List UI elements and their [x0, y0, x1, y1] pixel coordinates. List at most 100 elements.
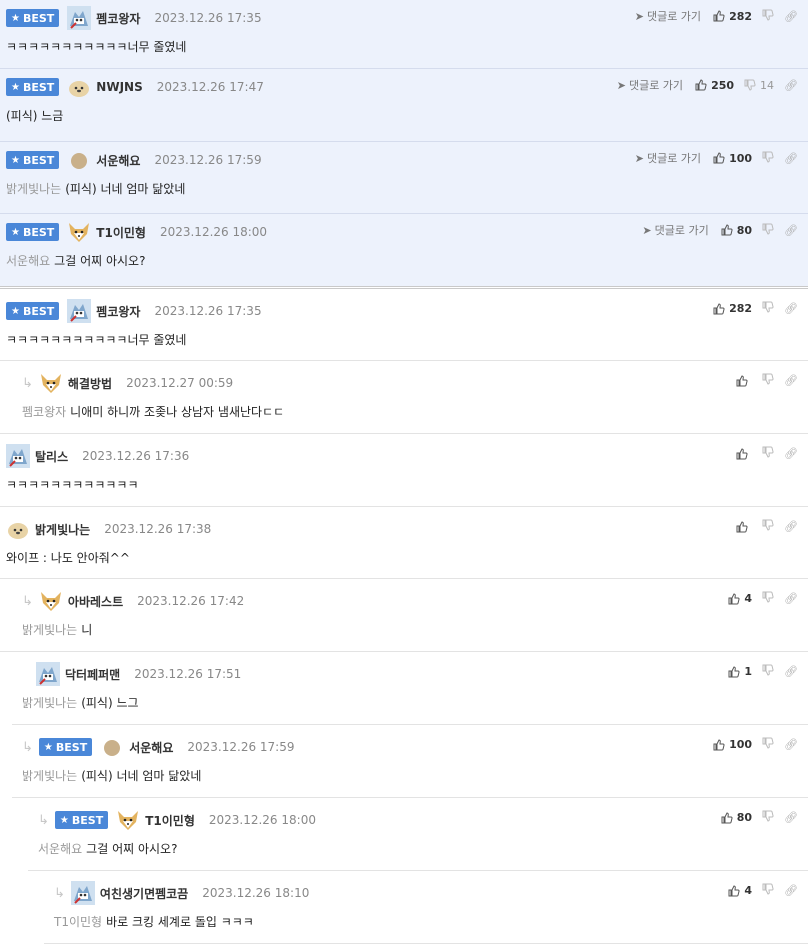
- dislike-button[interactable]: [762, 664, 774, 679]
- goto-comment-link[interactable]: ➤ 댓글로 가기: [635, 150, 701, 166]
- comment-text: (피식) 느그: [81, 696, 139, 710]
- link-icon[interactable]: 🔗︎: [784, 79, 798, 92]
- mention-link[interactable]: 서운해요: [38, 842, 82, 856]
- reply-arrow-icon: ↳: [54, 885, 65, 901]
- mention-link[interactable]: T1이민형: [54, 915, 102, 929]
- avatar-icon[interactable]: [6, 517, 30, 541]
- username-link[interactable]: 밝게빛나는: [35, 521, 90, 538]
- mention-link[interactable]: 서운해요: [6, 254, 50, 268]
- dislike-button[interactable]: [762, 737, 774, 752]
- link-icon[interactable]: 🔗︎: [784, 447, 798, 460]
- link-icon[interactable]: 🔗︎: [784, 884, 798, 897]
- username-link[interactable]: 해결방법: [68, 375, 112, 392]
- best-comment: ★ BEST 펨코왕자 2023.12.26 17:35 ㅋㅋㅋㅋㅋㅋㅋㅋㅋㅋㅋ너…: [0, 0, 808, 69]
- thumbs-down-icon: [762, 223, 774, 235]
- like-button[interactable]: [736, 520, 752, 533]
- like-button[interactable]: [736, 374, 752, 387]
- thumbs-up-icon: [695, 79, 707, 91]
- like-button[interactable]: [736, 447, 752, 460]
- username-link[interactable]: NWJNS: [96, 80, 142, 94]
- avatar-icon[interactable]: [67, 299, 92, 323]
- dislike-button[interactable]: [762, 519, 774, 534]
- dislike-button[interactable]: [762, 223, 774, 238]
- best-badge: ★ BEST: [6, 302, 60, 320]
- dislike-button[interactable]: [762, 9, 774, 24]
- dislike-button[interactable]: [762, 883, 774, 898]
- mention-link[interactable]: 밝게빛나는: [22, 769, 77, 783]
- dislike-button[interactable]: [762, 591, 774, 606]
- comment-text: 니애미 하니까 조좆나 상남자 냄새난다ㄷㄷ: [70, 405, 285, 419]
- mention-link[interactable]: 밝게빛나는: [22, 623, 77, 637]
- mention-link[interactable]: 펨코왕자: [22, 405, 66, 419]
- like-button[interactable]: 80: [721, 224, 752, 237]
- like-button[interactable]: 1: [728, 665, 752, 678]
- link-icon[interactable]: 🔗︎: [784, 738, 798, 751]
- like-button[interactable]: 100: [713, 152, 752, 165]
- link-icon[interactable]: 🔗︎: [784, 811, 798, 824]
- dislike-button[interactable]: [762, 373, 774, 388]
- username-link[interactable]: 펨코왕자: [96, 10, 140, 27]
- dislike-button[interactable]: [762, 301, 774, 316]
- goto-comment-link[interactable]: ➤ 댓글로 가기: [642, 222, 708, 238]
- goto-comment-link[interactable]: ➤ 댓글로 가기: [617, 77, 683, 93]
- mention-link[interactable]: 밝게빛나는: [22, 696, 77, 710]
- mention-link[interactable]: 밝게빛나는: [6, 182, 61, 196]
- link-icon[interactable]: 🔗︎: [784, 592, 798, 605]
- avatar-icon[interactable]: [70, 881, 95, 905]
- avatar-icon[interactable]: [36, 662, 60, 686]
- dislike-button[interactable]: 14: [744, 79, 774, 92]
- like-button[interactable]: 4: [728, 884, 752, 897]
- link-icon[interactable]: 🔗︎: [784, 10, 798, 23]
- link-icon[interactable]: 🔗︎: [784, 665, 798, 678]
- comment-date: 2023.12.26 17:47: [156, 80, 264, 94]
- star-icon: ★: [11, 154, 20, 166]
- comment-date: 2023.12.26 17:38: [104, 522, 212, 536]
- like-button[interactable]: 100: [713, 738, 752, 751]
- username-link[interactable]: 탈리스: [35, 448, 68, 465]
- comment-text: (피식) 너네 엄마 닮았네: [65, 182, 186, 196]
- username-link[interactable]: 닥터페퍼맨: [65, 666, 120, 683]
- like-button[interactable]: 282: [713, 10, 752, 23]
- comment-text: (피식) 너네 엄마 닮았네: [81, 769, 202, 783]
- avatar-icon[interactable]: [67, 220, 91, 244]
- avatar-icon[interactable]: [67, 6, 92, 30]
- like-button[interactable]: 80: [721, 811, 752, 824]
- avatar-icon[interactable]: [100, 735, 124, 759]
- avatar-icon[interactable]: [67, 148, 91, 172]
- avatar-icon[interactable]: [6, 444, 30, 468]
- goto-comment-link[interactable]: ➤ 댓글로 가기: [635, 8, 701, 24]
- dislike-button[interactable]: [762, 151, 774, 166]
- avatar-icon[interactable]: [116, 808, 140, 832]
- link-icon[interactable]: 🔗︎: [784, 224, 798, 237]
- avatar-icon[interactable]: [39, 371, 63, 395]
- best-badge: ★ BEST: [54, 811, 109, 829]
- dislike-button[interactable]: [762, 810, 774, 825]
- link-icon[interactable]: 🔗︎: [784, 374, 798, 387]
- avatar-icon[interactable]: [39, 589, 63, 613]
- username-link[interactable]: 여친생기면펨코끔: [100, 885, 188, 902]
- thumbs-down-icon: [762, 9, 774, 21]
- username-link[interactable]: 서운해요: [96, 152, 140, 169]
- username-link[interactable]: 펨코왕자: [96, 303, 140, 320]
- link-icon[interactable]: 🔗︎: [784, 152, 798, 165]
- best-badge: ★ BEST: [6, 151, 60, 169]
- reply-item: ↳ 여친생기면펨코끔 2023.12.26 18:10 T1이민형 바로 크킹 세…: [44, 871, 808, 944]
- thumbs-down-icon: [762, 519, 774, 531]
- like-button[interactable]: 282: [713, 302, 752, 315]
- best-badge: ★ BEST: [38, 738, 93, 756]
- avatar-icon[interactable]: [67, 75, 91, 99]
- link-icon[interactable]: 🔗︎: [784, 302, 798, 315]
- thumbs-up-icon: [713, 152, 725, 164]
- dislike-button[interactable]: [762, 446, 774, 461]
- username-link[interactable]: T1이민형: [145, 812, 195, 829]
- star-icon: ★: [43, 741, 53, 753]
- like-button[interactable]: 250: [695, 79, 734, 92]
- link-icon[interactable]: 🔗︎: [784, 520, 798, 533]
- username-link[interactable]: 서운해요: [129, 739, 173, 756]
- comment-text: 그걸 어찌 아시오?: [54, 254, 146, 268]
- star-icon: ★: [11, 305, 20, 317]
- like-button[interactable]: 4: [728, 592, 752, 605]
- username-link[interactable]: 아바레스트: [68, 593, 123, 610]
- best-comment: ★ BEST T1이민형 2023.12.26 18:00 서운해요 그걸 어찌 아…: [0, 214, 808, 286]
- username-link[interactable]: T1이민형: [96, 224, 146, 241]
